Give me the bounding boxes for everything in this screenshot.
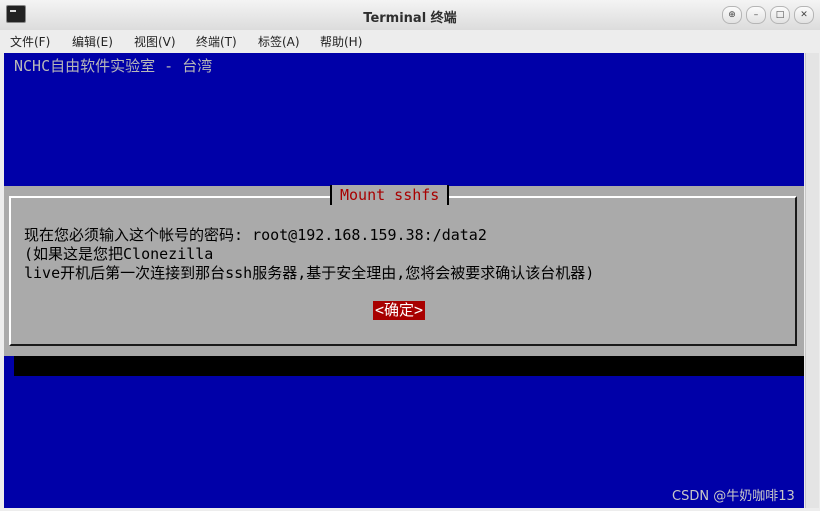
maximize-icon[interactable]: □ xyxy=(770,6,790,24)
message-line-3: live开机后第一次连接到那台ssh服务器,基于安全理由,您将会被要求确认该台机… xyxy=(24,264,595,282)
scrollbar[interactable] xyxy=(805,53,819,508)
title-bar: Terminal 终端 ⊕ – □ ✕ xyxy=(0,0,820,31)
ok-button[interactable]: <确定> xyxy=(373,301,426,320)
minimize-icon[interactable]: – xyxy=(746,6,766,24)
backtitle: NCHC自由软件实验室 - 台湾 xyxy=(14,57,213,75)
window-controls: ⊕ – □ ✕ xyxy=(722,6,814,24)
menu-tabs[interactable]: 标签(A) xyxy=(258,33,300,50)
terminal-screen[interactable]: NCHC自由软件实验室 - 台湾 Mount sshfs 现在您必须输入这个帐号… xyxy=(4,53,804,508)
close-icon[interactable]: ✕ xyxy=(794,6,814,24)
menu-help[interactable]: 帮助(H) xyxy=(320,33,362,50)
menu-view[interactable]: 视图(V) xyxy=(134,33,176,50)
window-title: Terminal 终端 xyxy=(363,11,457,26)
menu-terminal[interactable]: 终端(T) xyxy=(196,33,237,50)
watermark: CSDN @牛奶咖啡13 xyxy=(672,489,795,504)
message-line-2: (如果这是您把Clonezilla xyxy=(24,245,214,263)
menu-edit[interactable]: 编辑(E) xyxy=(72,33,113,50)
dialog-shadow xyxy=(14,356,804,376)
menu-file[interactable]: 文件(F) xyxy=(10,33,50,50)
dialog-title: Mount sshfs xyxy=(330,185,450,205)
menu-bar: 文件(F) 编辑(E) 视图(V) 终端(T) 标签(A) 帮助(H) xyxy=(0,30,820,52)
message-line-1: 现在您必须输入这个帐号的密码: root@192.168.159.38:/dat… xyxy=(24,226,487,244)
up-arrow-icon[interactable]: ⊕ xyxy=(722,6,742,24)
